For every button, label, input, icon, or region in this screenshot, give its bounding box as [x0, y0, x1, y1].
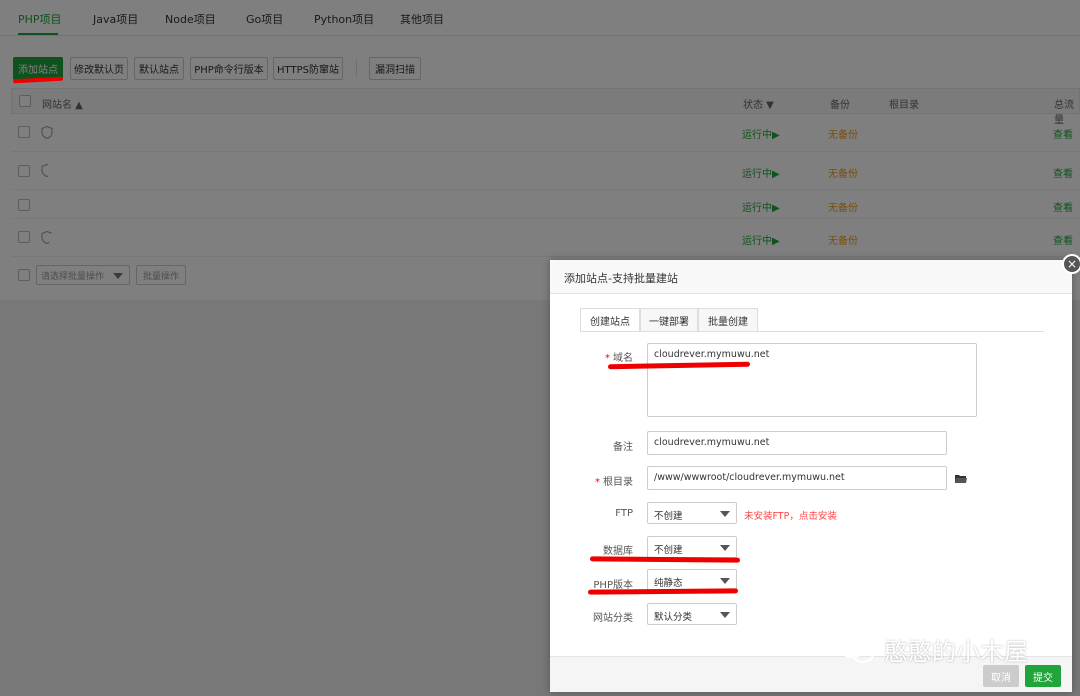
redacted-root-path	[873, 120, 1055, 140]
active-tab-indicator	[18, 33, 58, 35]
remark-label: 备注	[613, 442, 633, 453]
table-row: 运行中▶ 无备份 查看	[11, 152, 1080, 190]
project-type-tabs: PHP项目 Java项目 Node项目 Go项目 Python项目 其他项目	[0, 0, 1080, 36]
redacted-site-name	[49, 229, 151, 251]
row-checkbox[interactable]	[18, 165, 30, 177]
site-management-page: PHP项目 Java项目 Node项目 Go项目 Python项目 其他项目 添…	[0, 0, 1080, 300]
php-cli-version-button[interactable]: PHP命令行版本	[190, 57, 268, 80]
backup-status[interactable]: 无备份	[828, 232, 858, 247]
database-label: 数据库	[603, 546, 633, 557]
tab-one-click-deploy[interactable]: 一键部署	[640, 308, 698, 332]
dialog-title: 添加站点-支持批量建站	[550, 260, 1072, 294]
category-select[interactable]: 默认分类	[647, 603, 737, 625]
database-select[interactable]: 不创建	[647, 536, 737, 558]
add-site-dialog: 添加站点-支持批量建站 创建站点 一键部署 批量创建 * 域名 cloudreve…	[550, 260, 1072, 692]
table-row: 运行中▶ 无备份 查看	[11, 114, 1080, 152]
redacted-root-path	[883, 191, 1035, 215]
category-label: 网站分类	[593, 613, 633, 624]
row-checkbox[interactable]	[18, 126, 30, 138]
header-status[interactable]: 状态 ▼	[743, 96, 774, 111]
view-link[interactable]: 查看	[1053, 232, 1073, 247]
chevron-down-icon	[720, 545, 730, 551]
watermark: 憨憨的小木屋	[838, 632, 1028, 667]
backup-status[interactable]: 无备份	[828, 126, 858, 141]
header-root: 根目录	[889, 100, 919, 111]
tab-divider	[580, 331, 1044, 332]
domain-textarea[interactable]: cloudrever.mymuwu.net	[647, 343, 977, 417]
table-row: 运行中▶ 无备份 查看	[11, 219, 1080, 257]
root-dir-label: * 根目录	[595, 477, 633, 488]
tab-python[interactable]: Python项目	[314, 11, 374, 27]
chevron-down-icon	[720, 511, 730, 517]
chevron-down-icon	[113, 273, 123, 279]
tab-go[interactable]: Go项目	[246, 11, 283, 27]
cancel-button[interactable]: 取消	[983, 665, 1019, 687]
remark-input[interactable]: cloudrever.mymuwu.net	[647, 431, 947, 455]
status-running[interactable]: 运行中▶	[742, 232, 780, 247]
batch-operation-button[interactable]: 批量操作	[136, 265, 186, 285]
redacted-site-name	[53, 124, 149, 142]
redacted-root-path	[873, 224, 1037, 250]
tab-php[interactable]: PHP项目	[18, 11, 62, 27]
chevron-down-icon	[720, 612, 730, 618]
redacted-site-name	[41, 195, 155, 213]
annotation-underline	[587, 588, 739, 595]
default-site-button[interactable]: 默认站点	[134, 57, 184, 80]
tab-create-site[interactable]: 创建站点	[580, 308, 640, 332]
table-header: 网站名 ▲ 状态 ▼ 备份 根目录 总流量	[11, 88, 1080, 126]
annotation-underline	[589, 556, 741, 563]
status-running[interactable]: 运行中▶	[742, 199, 780, 214]
view-link[interactable]: 查看	[1053, 199, 1073, 214]
domain-label: * 域名	[605, 353, 633, 364]
toolbar-divider	[356, 59, 357, 77]
folder-icon[interactable]	[955, 474, 967, 484]
batch-select-all-checkbox[interactable]	[18, 269, 30, 281]
row-checkbox[interactable]	[18, 199, 30, 211]
tab-node[interactable]: Node项目	[165, 11, 216, 27]
header-backup: 备份	[830, 100, 850, 111]
header-site-name[interactable]: 网站名 ▲	[42, 96, 83, 111]
batch-operation-select[interactable]: 请选择批量操作	[36, 265, 130, 285]
ftp-label: FTP	[615, 508, 633, 519]
tab-batch-create[interactable]: 批量创建	[698, 308, 758, 332]
view-link[interactable]: 查看	[1053, 165, 1073, 180]
view-link[interactable]: 查看	[1053, 126, 1073, 141]
status-running[interactable]: 运行中▶	[742, 126, 780, 141]
root-dir-input[interactable]: /www/wwwroot/cloudrever.mymuwu.net	[647, 466, 947, 490]
modify-default-page-button[interactable]: 修改默认页	[70, 57, 128, 80]
select-all-checkbox[interactable]	[19, 95, 31, 107]
wechat-icon	[839, 635, 874, 663]
https-protection-button[interactable]: HTTPS防窜站	[273, 57, 343, 80]
vuln-scan-button[interactable]: 漏洞扫描	[369, 57, 421, 80]
submit-button[interactable]: 提交	[1025, 665, 1061, 687]
backup-status[interactable]: 无备份	[828, 165, 858, 180]
shield-icon	[41, 126, 53, 139]
ftp-install-link[interactable]: 未安装FTP，点击安装	[744, 508, 837, 522]
backup-status[interactable]: 无备份	[828, 199, 858, 214]
chevron-down-icon	[720, 578, 730, 584]
close-icon[interactable]: ×	[1062, 254, 1080, 274]
status-running[interactable]: 运行中▶	[742, 165, 780, 180]
row-checkbox[interactable]	[18, 231, 30, 243]
tab-other[interactable]: 其他项目	[400, 11, 444, 27]
ftp-select[interactable]: 不创建	[647, 502, 737, 524]
table-row: 运行中▶ 无备份 查看	[11, 190, 1080, 219]
redacted-root-path	[873, 155, 1033, 185]
tab-java[interactable]: Java项目	[93, 11, 138, 27]
redacted-site-name	[47, 158, 171, 182]
watermark-text: 憨憨的小木屋	[884, 638, 1028, 666]
